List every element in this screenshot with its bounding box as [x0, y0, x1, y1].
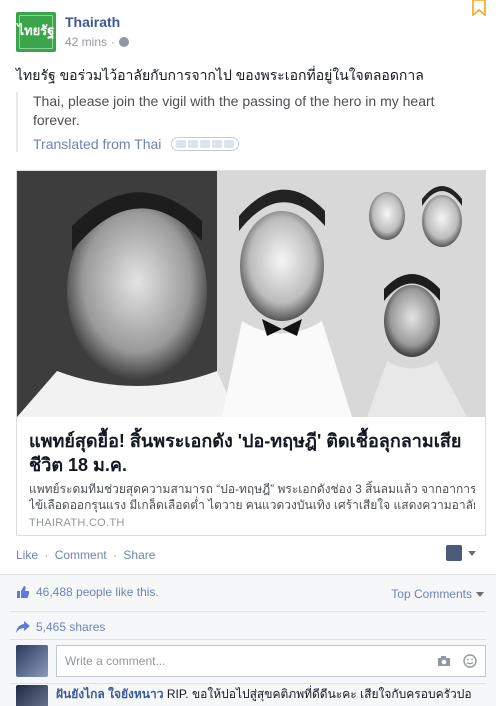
- comment-item: ฝันยังไกล ใจยังหนาว RIP. ขอให้ปอไปสู่สุข…: [16, 685, 486, 706]
- chevron-down-icon: [468, 550, 476, 556]
- emoji-icon[interactable]: [463, 654, 477, 668]
- link-description-line-1: แพทย์ระดมทีมช่วยสุดความสามารถ “ปอ-ทฤษฎี”…: [29, 482, 475, 496]
- shares-count-link[interactable]: 5,465 shares: [36, 620, 105, 634]
- rate-star-3[interactable]: [200, 140, 211, 148]
- photo-collage: [17, 171, 485, 417]
- top-comments-dropdown[interactable]: Top Comments: [391, 587, 484, 601]
- link-preview-image[interactable]: [17, 171, 485, 417]
- globe-icon[interactable]: [119, 37, 130, 47]
- rate-star-5[interactable]: [224, 140, 235, 148]
- bookmark-shape: [472, 0, 486, 16]
- link-domain: THAIRATH.CO.TH: [29, 517, 125, 529]
- viewer-avatar[interactable]: [16, 645, 48, 677]
- ufi-divider: [10, 611, 486, 612]
- link-description-line-2: ไข้เลือดออกรุนแรง มีเกล็ดเลือดต่ำ ไตวาย …: [29, 498, 475, 512]
- rate-translation-control[interactable]: [171, 137, 240, 151]
- translated-from-link[interactable]: Translated from Thai: [33, 136, 161, 152]
- logo-frame: [19, 15, 53, 49]
- link-description: แพทย์ระดมทีมช่วยสุดความสามารถ “ปอ-ทฤษฎี”…: [29, 481, 475, 513]
- meta-separator: ·: [111, 35, 116, 49]
- chevron-down-icon: [476, 591, 484, 597]
- comment-placeholder: Write a comment...: [65, 654, 166, 668]
- share-arrow-icon: [16, 621, 30, 633]
- action-separator: ·: [113, 548, 118, 562]
- post-meta: 42 mins ·: [65, 35, 130, 49]
- action-separator: ·: [44, 548, 49, 562]
- comment-input[interactable]: Write a comment...: [56, 645, 486, 677]
- comment-text: RIP. ขอให้ปอไปสู่สุขคติภพที่ดีดีนะคะ เสี…: [166, 687, 472, 701]
- page-name-link[interactable]: Thairath: [65, 14, 120, 30]
- selector-avatar: [446, 545, 462, 561]
- translation-block: Thai, please join the vigil with the pas…: [16, 92, 476, 152]
- post-header: ไทยรัฐ Thairath 42 mins ·: [16, 12, 476, 54]
- likes-count-link[interactable]: 46,488 people like this.: [36, 585, 159, 599]
- commenter-avatar[interactable]: [16, 685, 48, 706]
- post-as-selector[interactable]: [446, 545, 476, 561]
- bookmark-icon[interactable]: [472, 0, 486, 16]
- shares-row: 5,465 shares: [16, 620, 486, 634]
- rate-star-4[interactable]: [212, 140, 223, 148]
- top-comments-label: Top Comments: [391, 587, 472, 601]
- camera-icon[interactable]: [437, 654, 451, 668]
- post-actions: Like · Comment · Share: [16, 548, 155, 562]
- thumbs-up-icon: [17, 586, 30, 598]
- page-logo[interactable]: ไทยรัฐ: [16, 12, 56, 52]
- ufi-panel: 46,488 people like this. Top Comments 5,…: [0, 574, 496, 706]
- camera-icon-shape: [438, 656, 450, 666]
- like-link[interactable]: Like: [16, 548, 38, 562]
- comment-link[interactable]: Comment: [55, 548, 107, 562]
- link-title[interactable]: แพทย์สุดยื้อ! สิ้นพระเอกดัง 'ปอ-ทฤษฎี' ต…: [29, 429, 475, 477]
- timestamp-link[interactable]: 42 mins: [65, 35, 107, 49]
- comment-body: ฝันยังไกล ใจยังหนาว RIP. ขอให้ปอไปสู่สุข…: [56, 685, 472, 706]
- rate-star-1[interactable]: [176, 140, 187, 148]
- link-preview-card[interactable]: แพทย์สุดยื้อ! สิ้นพระเอกดัง 'ปอ-ทฤษฎี' ต…: [16, 170, 486, 536]
- comment-input-icons: [437, 654, 477, 668]
- ufi-divider: [10, 683, 486, 684]
- post-text: ไทยรัฐ ขอร่วมไว้อาลัยกับการจากไป ของพระเ…: [16, 67, 424, 83]
- commenter-name-link[interactable]: ฝันยังไกล ใจยังหนาว: [56, 687, 163, 701]
- translation-text: Thai, please join the vigil with the pas…: [33, 93, 435, 128]
- comment-composer: Write a comment...: [16, 645, 486, 677]
- share-link[interactable]: Share: [123, 548, 155, 562]
- rate-star-2[interactable]: [188, 140, 199, 148]
- translated-from-row: Translated from Thai: [33, 136, 476, 152]
- ufi-divider: [10, 639, 486, 640]
- emoji-icon-shape: [463, 654, 477, 668]
